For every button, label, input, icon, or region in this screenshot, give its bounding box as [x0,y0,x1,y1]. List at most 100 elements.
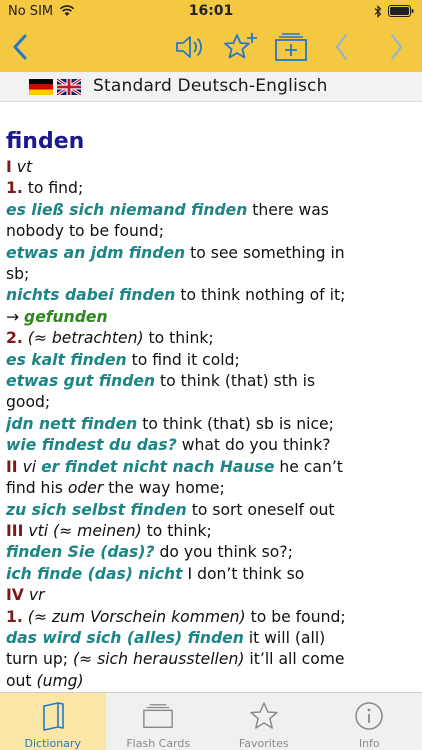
entry-text: to find it cold; [126,350,240,369]
sense-number: I [6,158,12,176]
entry-line: find his oder the way home; [6,478,416,499]
example-phrase: etwas gut finden [6,372,156,391]
sense-number: 2. [6,329,23,348]
grammar-note: (≈ meinen) [53,521,142,540]
flashcards-icon [142,701,174,731]
status-right [374,4,414,18]
entry-text: the way home; [103,479,225,498]
tab-flash-cards[interactable]: Flash Cards [106,693,212,750]
chevron-left-icon [13,34,27,60]
entry-text: to think (that) sth is [155,372,316,391]
status-left: No SIM [8,4,75,19]
entry-line: III vti (≈ meinen) to think; [6,521,416,542]
tab-info[interactable]: Info [317,693,422,750]
toolbar [0,22,422,72]
grammar-note: oder [67,479,104,498]
star-icon [248,701,280,731]
example-phrase: etwas an jdm finden [6,243,186,262]
tab-bar: Dictionary Flash Cards Favorites Info [0,692,422,750]
entry-line: wie findest du das? what do you think? [6,435,416,456]
add-favorite-button[interactable] [222,28,260,66]
entry-line: es ließ sich niemand finden there was [6,200,416,221]
battery-icon [388,5,414,17]
carrier-label: No SIM [8,3,54,19]
entry-text: to think; [143,329,214,348]
entry-text: he can’t [274,457,343,476]
grammar-note: (≈ sich herausstellen) [72,650,245,669]
tab-dictionary[interactable]: Dictionary [0,693,106,750]
next-entry-button[interactable] [377,28,415,66]
tab-info-label: Info [358,737,380,750]
speak-button[interactable] [171,28,209,66]
back-button[interactable] [2,28,40,66]
previous-entry-button[interactable] [323,28,361,66]
entry-line: finden Sie (das)? do you think so?; [6,542,416,563]
entry-line: zu sich selbst finden to sort oneself ou… [6,500,416,521]
entry-text: → [6,307,25,326]
sense-number: 1. [6,179,23,198]
entry-line: etwas gut finden to think (that) sth is [6,371,416,392]
example-phrase: das wird sich (alles) finden [6,628,244,647]
grammar-note: (≈ zum Vorschein kommen) [27,607,246,626]
chevron-right-icon [391,34,402,60]
entry-text: good; [6,393,51,412]
example-phrase: jdn nett finden [6,414,138,433]
chevron-left-icon [336,34,347,60]
entry-line: es kalt finden to find it cold; [6,350,416,371]
add-flashcard-button[interactable] [272,28,310,66]
example-phrase: finden Sie (das)? [6,543,155,562]
entry-content: finden I vt 1. to find; es ließ sich niema… [6,127,416,692]
grammar-note: vi [22,457,37,476]
entry-line: nobody to be found; [6,221,416,242]
entry-text: to be found; [245,607,346,626]
entry-line: good; [6,392,416,413]
grammar-note: (umg) [36,671,84,690]
dictionary-selector[interactable]: Standard Deutsch-Englisch [0,72,422,102]
entry-text: find his [6,479,68,498]
star-plus-icon [224,33,257,59]
example-phrase: wie findest du das? [6,436,177,455]
sense-number: III [6,521,24,540]
entry-text: to find; [22,179,84,198]
entry-text: there was [247,200,329,219]
sense-number: IV [6,586,24,605]
example-phrase: es ließ sich niemand finden [6,200,248,219]
entry-line: → gefunden [6,307,416,328]
entry-text: to sort oneself out [186,500,335,519]
grammar-note: vt [16,158,33,176]
grammar-note: vti [28,521,49,540]
entry-line: das wird sich (alles) finden it will (al… [6,628,416,649]
entry-line: sb; [6,264,416,285]
entry-line: out (umg) [6,671,416,692]
entry-line: I vt [6,157,416,178]
example-phrase: nichts dabei finden [6,286,176,305]
sense-number: 1. [6,607,23,626]
entry-text: nobody to be found; [6,222,164,241]
entry-text: to think (that) sb is nice; [137,414,334,433]
status-bar: No SIM 16:01 [0,0,422,22]
tab-flash-cards-label: Flash Cards [126,737,191,750]
tab-favorites[interactable]: Favorites [211,693,317,750]
entry-line: ich finde (das) nicht I don’t think so [6,564,416,585]
entry-line: 2. (≈ betrachten) to think; [6,328,416,349]
wifi-icon [59,5,75,16]
entry-line: jdn nett finden to think (that) sb is ni… [6,414,416,435]
entry-text: to think; [141,521,212,540]
entry-text: what do you think? [176,436,331,455]
entry-line: 1. to find; [6,178,416,199]
entry-line: IV vr [6,585,416,606]
cross-reference[interactable]: gefunden [24,308,108,326]
entry-text: to see something in [185,243,345,262]
sense-number: II [6,457,18,476]
entry-text: out [6,671,37,690]
status-time: 16:01 [188,3,234,19]
entry-text: turn up; [6,650,73,669]
bluetooth-icon [374,4,382,18]
german-flag-icon [29,79,53,95]
entry-line: etwas an jdm finden to see something in [6,243,416,264]
entry-body: I vt 1. to find; es ließ sich niemand find… [6,157,416,692]
entry-text: do you think so?; [154,543,293,562]
grammar-note: (≈ betrachten) [27,329,144,348]
entry-text: it will (all) [243,628,326,647]
speaker-icon [176,36,202,58]
